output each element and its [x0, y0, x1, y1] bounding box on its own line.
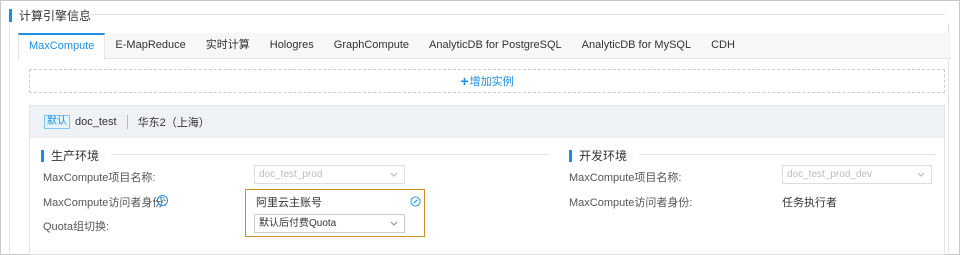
- plus-icon: +: [460, 73, 469, 89]
- header-separator: [126, 115, 128, 129]
- prod-env-divider: [111, 154, 549, 155]
- prod-env-title: 生产环境: [51, 149, 100, 163]
- chevron-down-icon: [390, 172, 398, 177]
- prod-identity-value: 阿里云主账号: [256, 197, 322, 209]
- tab-emapreduce[interactable]: E-MapReduce: [105, 33, 195, 59]
- section-divider: [83, 14, 945, 15]
- prod-env-accent-bar: [41, 149, 44, 162]
- question-circle-icon[interactable]: ?: [157, 195, 168, 206]
- tab-cdh[interactable]: CDH: [701, 33, 745, 59]
- prod-project-select: doc_test_prod: [254, 165, 405, 184]
- prod-project-value: doc_test_prod: [259, 169, 323, 180]
- section-border-left: [9, 23, 10, 253]
- prod-project-label: MaxCompute项目名称:: [43, 172, 156, 184]
- quota-select[interactable]: 默认后付费Quota: [254, 214, 405, 233]
- dev-project-label: MaxCompute项目名称:: [569, 172, 682, 184]
- add-instance-label: 增加实例: [469, 76, 514, 88]
- quota-label: Quota组切换:: [43, 221, 110, 233]
- dev-env-header: 开发环境: [569, 147, 627, 164]
- dev-identity-value: 任务执行者: [782, 197, 837, 209]
- section-header: 计算引擎信息: [9, 8, 92, 23]
- add-instance-button[interactable]: + 增加实例: [29, 69, 945, 93]
- dev-project-value: doc_test_prod_dev: [787, 169, 873, 180]
- compute-engine-panel: 计算引擎信息 MaxCompute E-MapReduce 实时计算 Holog…: [0, 0, 960, 255]
- engine-tabs: MaxCompute E-MapReduce 实时计算 Hologres Gra…: [18, 33, 951, 60]
- tab-analyticdb-postgresql[interactable]: AnalyticDB for PostgreSQL: [419, 33, 572, 59]
- prod-env-header: 生产环境: [41, 147, 99, 164]
- instance-header: 默认 doc_test 华东2（上海）: [30, 106, 944, 138]
- instance-name: doc_test: [75, 116, 117, 128]
- dev-env-accent-bar: [569, 149, 572, 162]
- dev-project-select: doc_test_prod_dev: [782, 165, 932, 184]
- tab-analyticdb-mysql[interactable]: AnalyticDB for MySQL: [572, 33, 701, 59]
- section-title: 计算引擎信息: [19, 8, 92, 23]
- tab-realtime-compute[interactable]: 实时计算: [196, 33, 260, 59]
- tab-graphcompute[interactable]: GraphCompute: [324, 33, 419, 59]
- dev-env-divider: [639, 154, 935, 155]
- edit-icon[interactable]: [410, 196, 421, 207]
- dev-identity-label: MaxCompute访问者身份:: [569, 197, 693, 209]
- instance-region: 华东2（上海）: [137, 117, 210, 129]
- tab-maxcompute[interactable]: MaxCompute: [18, 33, 106, 60]
- quota-value: 默认后付费Quota: [259, 218, 337, 229]
- default-badge: 默认: [44, 115, 70, 129]
- tab-hologres[interactable]: Hologres: [260, 33, 324, 59]
- prod-identity-label: MaxCompute访问者身份:: [43, 197, 167, 209]
- dev-env-title: 开发环境: [579, 149, 628, 163]
- chevron-down-icon: [917, 172, 925, 177]
- section-accent-bar: [9, 8, 12, 22]
- chevron-down-icon: [390, 221, 398, 226]
